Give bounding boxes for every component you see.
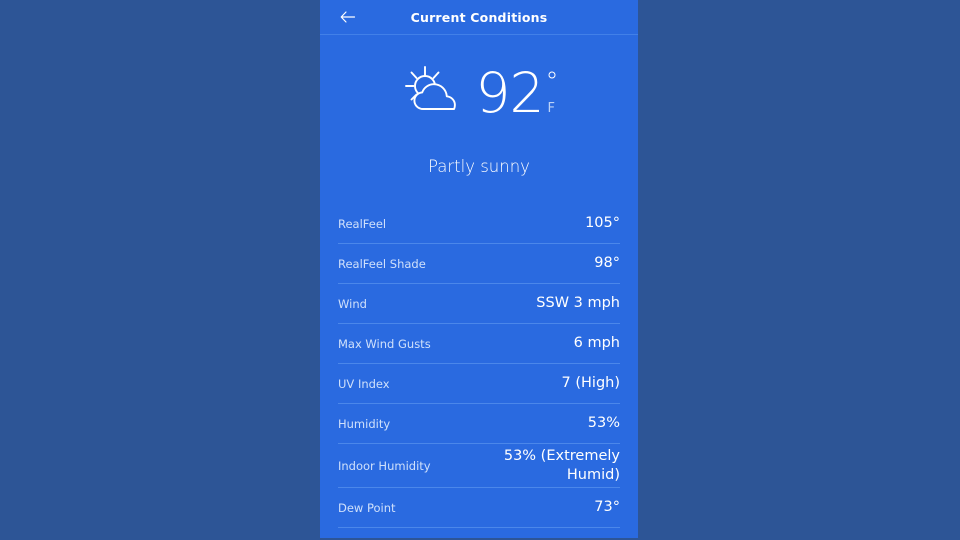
detail-row-value: 53% (Extremely Humid) xyxy=(503,448,620,483)
detail-row: RealFeel 105° xyxy=(338,204,620,244)
detail-row: RealFeel Shade 98° xyxy=(338,244,620,284)
detail-row-label: Dew Point xyxy=(338,500,396,515)
detail-row: Wind SSW 3 mph xyxy=(338,284,620,324)
temperature-value: 92 xyxy=(475,60,545,125)
detail-row-value: 6 mph xyxy=(573,335,620,352)
detail-row-value: SSW 3 mph xyxy=(536,295,620,312)
detail-row: Pressure↓ 30.22 in xyxy=(338,528,620,538)
detail-row-value: 105° xyxy=(585,215,620,232)
detail-row: Max Wind Gusts 6 mph xyxy=(338,324,620,364)
degree-symbol: ° xyxy=(545,66,559,97)
temperature-display: 92 ° F xyxy=(475,60,559,125)
weather-phrase: Partly sunny xyxy=(428,157,530,176)
page-title: Current Conditions xyxy=(410,9,548,25)
detail-row: UV Index 7 (High) xyxy=(338,364,620,404)
temperature-unit: F xyxy=(547,100,555,116)
weather-app-panel: Current Conditions 92 ° F Partly sunny R… xyxy=(320,0,638,538)
detail-row-value: 73° xyxy=(594,499,620,516)
arrow-left-icon xyxy=(340,11,356,23)
detail-row-label: Indoor Humidity xyxy=(338,458,431,473)
detail-row-label: Max Wind Gusts xyxy=(338,336,431,351)
detail-row: Humidity 53% xyxy=(338,404,620,444)
detail-row-value: 53% xyxy=(587,415,620,432)
sun-behind-cloud-icon xyxy=(400,62,462,124)
detail-row-label: UV Index xyxy=(338,376,390,391)
detail-row-label: Humidity xyxy=(338,416,391,431)
detail-row: Dew Point 73° xyxy=(338,488,620,529)
detail-row-label: Wind xyxy=(338,296,367,311)
detail-row-value: 7 (High) xyxy=(561,375,620,392)
current-conditions-hero: 92 ° F Partly sunny xyxy=(320,35,638,176)
back-button[interactable] xyxy=(336,5,360,29)
hero-main-row: 92 ° F xyxy=(320,57,638,129)
detail-row-value: 98° xyxy=(594,255,620,272)
detail-row-label: RealFeel Shade xyxy=(338,256,426,271)
conditions-detail-list: RealFeel 105° RealFeel Shade 98° Wind SSW 3 m… xyxy=(320,204,638,538)
app-body: 92 ° F Partly sunny RealFeel 105° RealFeel… xyxy=(320,35,638,538)
temperature-unit-group: ° F xyxy=(546,67,559,115)
app-header: Current Conditions xyxy=(320,0,638,35)
detail-row-label: RealFeel xyxy=(338,216,387,231)
detail-row: Indoor Humidity 53% (Extremely Humid) xyxy=(338,444,620,489)
